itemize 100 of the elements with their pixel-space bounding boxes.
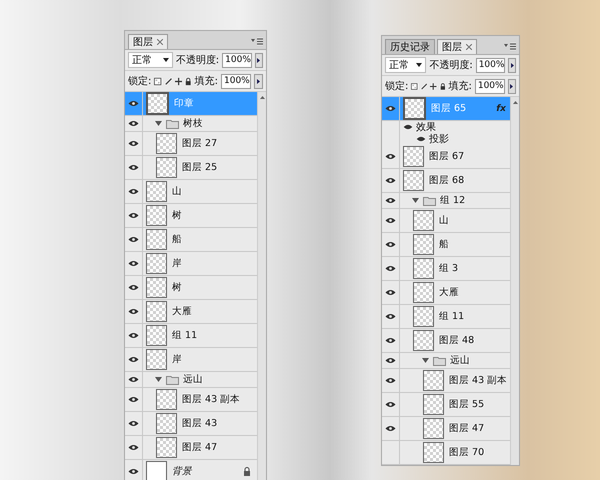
fill-field[interactable]: 100%: [474, 78, 505, 94]
lock-transparency-icon[interactable]: [154, 76, 162, 86]
layer-row[interactable]: 船: [382, 233, 510, 257]
layer-row[interactable]: 图层 55: [382, 393, 510, 417]
lock-icon[interactable]: [440, 82, 446, 90]
panel-tab[interactable]: 图层: [128, 34, 168, 49]
layer-row[interactable]: 大雁: [382, 281, 510, 305]
layer-row[interactable]: 山: [382, 209, 510, 233]
layer-row[interactable]: 图层 25: [125, 156, 257, 180]
layer-thumbnail: [146, 253, 167, 274]
scroll-up-arrow-icon[interactable]: [512, 101, 518, 104]
layer-row[interactable]: 图层 43 副本: [125, 388, 257, 412]
layer-name: 背景: [172, 465, 192, 478]
layer-group-row[interactable]: 树枝: [125, 116, 257, 132]
close-icon[interactable]: [157, 39, 163, 45]
layer-row[interactable]: 图层 27: [125, 132, 257, 156]
layer-thumbnail: [413, 306, 434, 327]
layer-name: 山: [439, 214, 449, 227]
layer-row[interactable]: 组 3: [382, 257, 510, 281]
eye-icon: [128, 236, 139, 243]
lock-icon[interactable]: [185, 76, 192, 86]
panel-menu-icon[interactable]: [504, 43, 516, 50]
layer-name: 图层 43 副本: [449, 374, 508, 387]
layer-group-row[interactable]: 远山: [382, 353, 510, 369]
eye-icon: [128, 100, 139, 107]
layer-row[interactable]: 树: [125, 204, 257, 228]
fill-field[interactable]: 100%: [221, 74, 251, 88]
layer-name: 大雁: [439, 286, 459, 299]
fill-slider-button[interactable]: [508, 78, 516, 94]
layer-row[interactable]: 树: [125, 276, 257, 300]
layer-row[interactable]: 图层 43 副本: [382, 369, 510, 393]
layer-name: 岸: [172, 257, 182, 270]
eye-icon: [128, 260, 139, 267]
opacity-slider-button[interactable]: [254, 52, 263, 68]
eye-icon: [385, 105, 396, 112]
layer-row[interactable]: 大雁: [125, 300, 257, 324]
eye-icon: [128, 468, 139, 475]
layer-row[interactable]: 图层 43: [125, 412, 257, 436]
layer-name: 图层 48: [439, 334, 474, 347]
layer-row[interactable]: 岸: [125, 348, 257, 372]
opacity-field[interactable]: 100%: [476, 58, 506, 72]
layer-row[interactable]: 图层 47: [382, 417, 510, 441]
close-icon[interactable]: [466, 44, 472, 50]
layer-row[interactable]: 图层 47: [125, 436, 257, 460]
brush-icon[interactable]: [420, 82, 428, 90]
layer-name: 组 3: [439, 262, 458, 275]
layer-row[interactable]: 组 11: [125, 324, 257, 348]
panel-tab[interactable]: 图层: [437, 39, 477, 54]
layer-thumbnail: [413, 330, 434, 351]
expand-triangle-icon[interactable]: [155, 376, 162, 383]
eye-icon: [128, 308, 139, 315]
expand-triangle-icon[interactable]: [422, 357, 429, 364]
layer-row[interactable]: 图层 48: [382, 329, 510, 353]
eye-icon: [128, 444, 139, 451]
expand-triangle-icon[interactable]: [155, 120, 162, 127]
layer-name: 船: [172, 233, 182, 246]
layer-group-row[interactable]: 远山: [125, 372, 257, 388]
layer-name: 图层 65: [431, 102, 466, 115]
layer-row[interactable]: 船: [125, 228, 257, 252]
eye-icon: [385, 289, 396, 296]
lock-transparency-icon[interactable]: [411, 82, 418, 90]
panel-tab[interactable]: 历史记录: [385, 39, 435, 54]
layer-row[interactable]: 图层 67: [382, 145, 510, 169]
scrollbar[interactable]: [257, 92, 266, 480]
layer-thumbnail: [403, 146, 424, 167]
layer-name: 图层 27: [182, 137, 218, 150]
eye-icon: [128, 164, 139, 171]
panel-menu-icon[interactable]: [251, 38, 263, 45]
effect-name: 投影: [429, 132, 449, 146]
layer-name: 图层 70: [449, 446, 484, 459]
layer-row[interactable]: 图层 68: [382, 169, 510, 193]
layer-thumbnail: [156, 133, 177, 154]
layer-group-row[interactable]: 组 12: [382, 193, 510, 209]
eye-icon: [128, 120, 139, 127]
caret-icon: [256, 78, 260, 84]
layer-row[interactable]: 组 11: [382, 305, 510, 329]
eye-icon: [385, 153, 396, 160]
fx-badge[interactable]: fx: [496, 104, 506, 114]
layer-row[interactable]: 图层 65 fx: [382, 97, 510, 121]
eye-icon: [385, 313, 396, 320]
eye-icon: [128, 420, 139, 427]
brush-icon[interactable]: [164, 76, 172, 86]
scroll-up-arrow-icon[interactable]: [260, 96, 264, 99]
move-icon[interactable]: [430, 82, 437, 90]
expand-triangle-icon[interactable]: [412, 197, 419, 204]
opacity-slider-button[interactable]: [508, 58, 516, 72]
layer-row[interactable]: 图层 70: [382, 441, 510, 465]
layer-thumbnail: [423, 394, 444, 415]
layer-row[interactable]: 山: [125, 180, 257, 204]
layer-row[interactable]: 岸: [125, 252, 257, 276]
layer-thumbnail: [156, 389, 177, 410]
move-icon[interactable]: [174, 76, 182, 86]
layer-name: 组 11: [172, 329, 198, 342]
blend-mode-dropdown[interactable]: 正常: [128, 52, 173, 68]
blend-mode-dropdown[interactable]: 正常: [385, 57, 426, 73]
scrollbar[interactable]: [510, 97, 519, 465]
fill-slider-button[interactable]: [254, 74, 263, 88]
layer-thumbnail: [413, 258, 434, 279]
opacity-field[interactable]: 100%: [222, 52, 252, 68]
group-name: 远山: [450, 354, 470, 367]
